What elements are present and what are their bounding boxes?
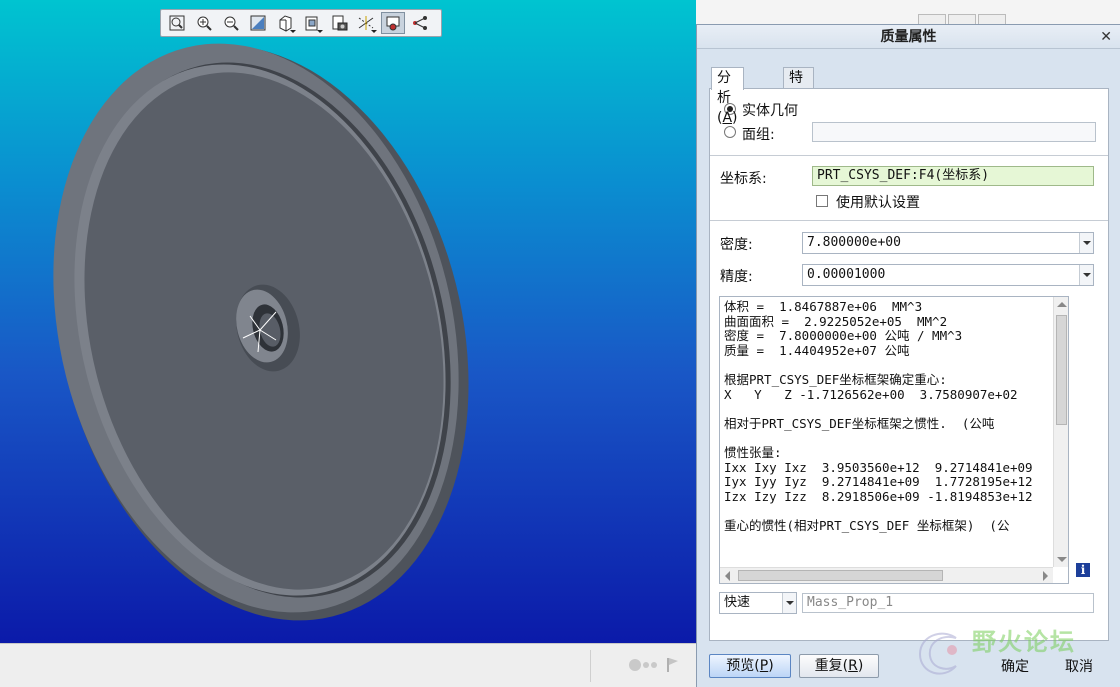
view-manager-icon[interactable] [327,12,351,34]
horizontal-scrollbar[interactable] [720,567,1053,583]
graphics-window[interactable] [0,0,696,643]
button-suffix: ) [857,658,864,674]
scroll-left-icon[interactable] [725,571,730,581]
button-mnemonic: R [848,658,858,674]
feature-name-field[interactable]: Mass_Prop_1 [802,593,1094,613]
flag-icon[interactable] [666,657,680,673]
density-label: 密度: [720,237,753,253]
scroll-thumb[interactable] [738,570,943,581]
chevron-down-icon[interactable] [782,593,796,613]
accuracy-label: 精度: [720,269,753,285]
csys-collector[interactable]: PRT_CSYS_DEF:F4(坐标系) [812,166,1094,186]
spin-center-icon[interactable] [381,12,405,34]
annotation-display-icon[interactable] [408,12,432,34]
csys-label: 坐标系: [720,171,767,187]
chevron-down-icon[interactable] [1079,265,1093,285]
cancel-button[interactable]: 取消 [1051,656,1107,680]
datum-display-icon[interactable] [354,12,378,34]
button-label: 预览( [726,658,760,674]
view-toolbar [160,9,442,37]
chevron-down-icon[interactable] [1079,233,1093,253]
tab-suffix: ) [732,110,738,126]
display-style-icon[interactable] [273,12,297,34]
mass-properties-dialog: 质量属性 ✕ 分析(A) 特征(F) 实体几何 面组: 坐标系: PRT_CSY… [696,24,1120,687]
tab-analysis[interactable]: 分析(A) [711,67,744,126]
density-combo[interactable]: 7.800000e+00 [802,232,1094,254]
zoom-in-icon[interactable] [192,12,216,34]
status-separator [590,650,591,682]
solid-geometry-label: 实体几何 [742,103,798,119]
pulley-disc-model[interactable] [0,0,696,643]
accuracy-value: 0.00001000 [807,267,886,282]
saved-views-icon[interactable] [300,12,324,34]
results-text-area[interactable]: 体积 = 1.8467887e+06 MM^3 曲面面积 = 2.9225052… [719,296,1069,584]
zoom-out-icon[interactable] [219,12,243,34]
button-label: 重复( [814,658,849,674]
use-default-checkbox[interactable] [816,195,828,207]
vertical-scrollbar[interactable] [1053,297,1068,567]
selection-filter-icon[interactable] [628,658,660,672]
button-suffix: ) [768,658,774,674]
analysis-panel: 实体几何 面组: 坐标系: PRT_CSYS_DEF:F4(坐标系) 使用默认设… [709,88,1109,641]
preview-button[interactable]: 预览(P) [709,654,791,678]
use-default-label: 使用默认设置 [836,195,920,211]
status-bar [0,643,696,687]
refit-icon[interactable] [165,12,189,34]
quilt-label: 面组: [742,127,775,143]
ok-button[interactable]: 确定 [987,656,1043,680]
quilt-collector[interactable] [812,122,1096,142]
divider [710,155,1108,156]
accuracy-combo[interactable]: 0.00001000 [802,264,1094,286]
divider [710,220,1108,221]
close-icon[interactable]: ✕ [1100,28,1112,46]
tab-feature[interactable]: 特征(F) [783,67,814,126]
repeat-button[interactable]: 重复(R) [799,654,879,678]
background-window-strip [696,0,1120,26]
tab-mnemonic: A [722,110,733,126]
scroll-thumb[interactable] [1056,315,1067,425]
results-text: 体积 = 1.8467887e+06 MM^3 曲面面积 = 2.9225052… [724,299,1033,533]
info-icon[interactable]: i [1076,563,1090,577]
compute-mode-value: 快速 [724,595,751,610]
button-mnemonic: P [759,658,769,674]
compute-mode-combo[interactable]: 快速 [719,592,797,614]
scroll-right-icon[interactable] [1043,571,1048,581]
repaint-icon[interactable] [246,12,270,34]
dialog-buttons: 预览(P) 重复(R) 确定 取消 [697,648,1120,687]
dialog-title: 质量属性 [697,25,1120,49]
density-value: 7.800000e+00 [807,235,901,250]
scroll-down-icon[interactable] [1057,557,1067,562]
scroll-up-icon[interactable] [1057,302,1067,307]
